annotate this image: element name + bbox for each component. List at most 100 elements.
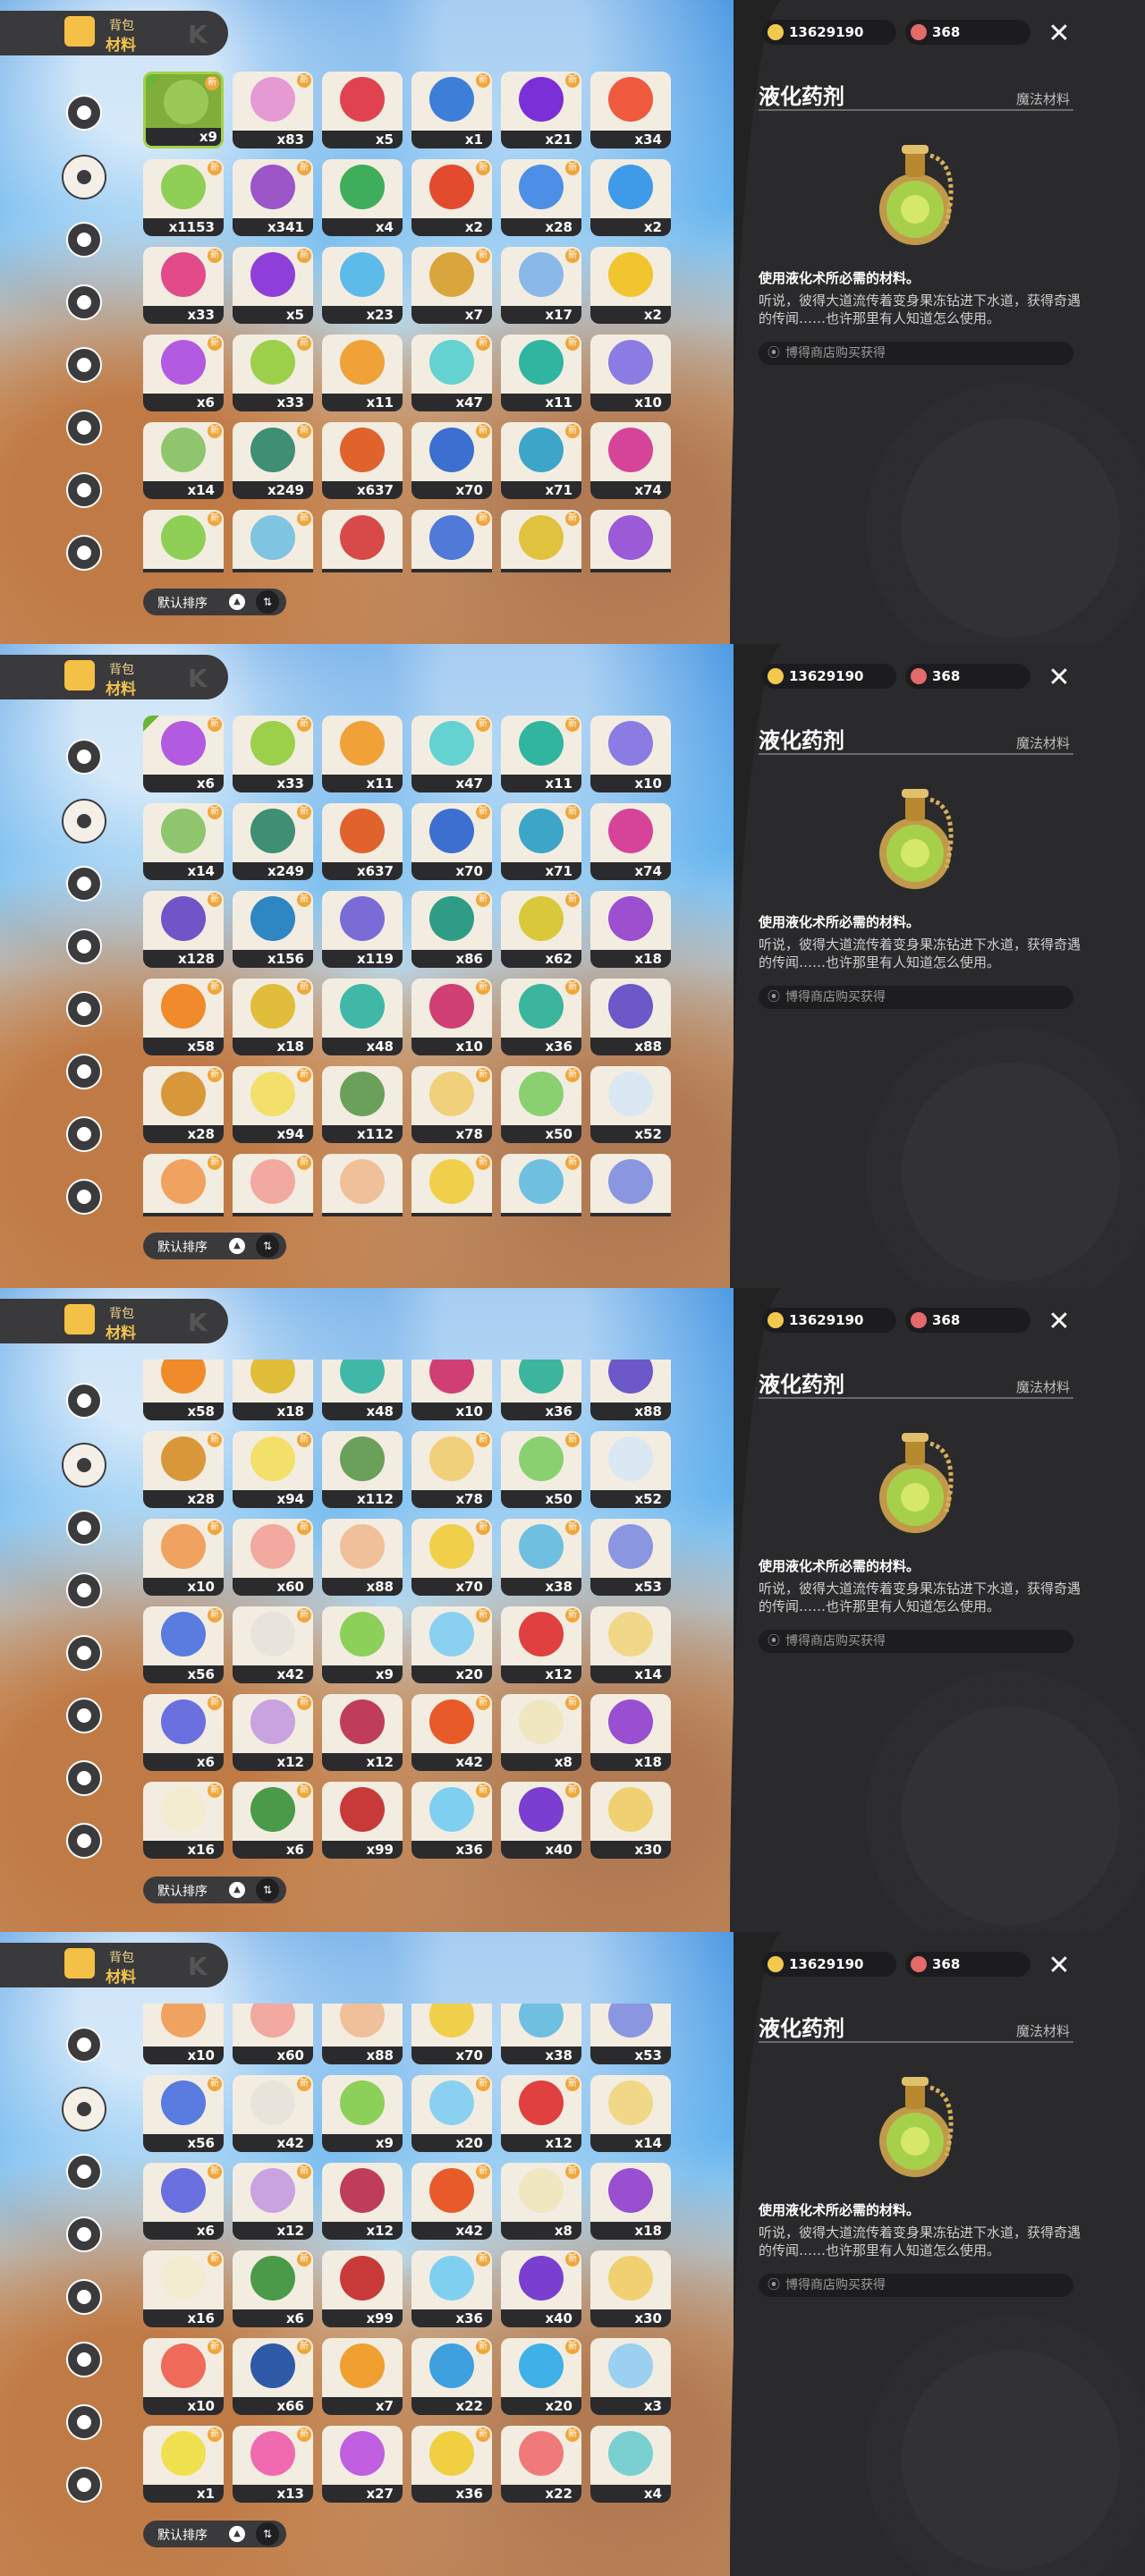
item-slot[interactable]: x18 <box>590 891 671 968</box>
item-slot[interactable]: x119 <box>322 891 403 968</box>
item-slot[interactable]: 新 x50 <box>501 1431 581 1508</box>
sort-label[interactable]: 默认排序 <box>157 1882 208 1900</box>
item-slot[interactable]: 新 <box>411 510 492 572</box>
item-slot[interactable]: 新 x66 <box>233 2338 313 2415</box>
item-slot[interactable]: 新 x8 <box>501 1694 581 1771</box>
item-slot[interactable]: 新x58 <box>143 1360 224 1420</box>
category-tab[interactable] <box>61 733 107 780</box>
category-tab[interactable] <box>61 342 107 388</box>
item-slot[interactable]: 新 x11 <box>501 335 581 411</box>
item-slot[interactable]: x18 <box>590 2163 671 2240</box>
item-slot[interactable]: 新x60 <box>233 2004 313 2064</box>
item-slot[interactable]: x11 <box>322 335 403 411</box>
item-slot[interactable]: 新 x94 <box>233 1431 313 1508</box>
close-button[interactable]: ✕ <box>1043 1950 1075 1982</box>
item-slot[interactable]: 新 x20 <box>501 2338 581 2415</box>
item-slot[interactable]: x4 <box>590 2426 671 2503</box>
sort-label[interactable]: 默认排序 <box>157 594 208 612</box>
item-slot[interactable]: 新 x71 <box>501 803 581 880</box>
item-slot[interactable]: 新 x14 <box>143 803 224 880</box>
item-slot[interactable]: 新 x36 <box>501 979 581 1055</box>
category-tab[interactable] <box>61 923 107 970</box>
item-slot[interactable]: 新x10 <box>143 1154 224 1216</box>
item-slot[interactable]: 新 x28 <box>143 1431 224 1508</box>
item-slot[interactable]: 新x10 <box>143 2004 224 2064</box>
item-slot[interactable]: 新 x71 <box>501 422 581 499</box>
sort-label[interactable]: 默认排序 <box>157 2526 208 2544</box>
item-slot[interactable]: x88 <box>590 1360 671 1420</box>
item-slot[interactable] <box>590 510 671 572</box>
item-slot[interactable]: x5 <box>322 72 403 148</box>
item-slot[interactable]: 新 x42 <box>233 1606 313 1683</box>
item-slot[interactable]: 新 x70 <box>411 1154 492 1216</box>
item-slot[interactable]: 新 x6 <box>143 716 224 792</box>
item-slot[interactable]: x88 <box>322 1519 403 1596</box>
item-slot[interactable]: 新 x40 <box>501 2250 581 2327</box>
item-slot[interactable]: 新 x56 <box>143 2075 224 2152</box>
category-tab[interactable] <box>61 2274 107 2320</box>
item-slot[interactable]: 新 x13 <box>233 2426 313 2503</box>
item-slot[interactable]: 新 x70 <box>411 803 492 880</box>
sort-direction-icon[interactable]: ▲ <box>229 1238 245 1254</box>
category-tab[interactable] <box>61 2148 107 2195</box>
category-tab[interactable] <box>61 1442 107 1488</box>
category-tab[interactable] <box>61 1567 107 1614</box>
category-tab[interactable] <box>61 1755 107 1801</box>
item-slot[interactable]: x48 <box>322 1360 403 1420</box>
item-slot[interactable]: 新 x16 <box>143 1782 224 1859</box>
item-slot[interactable]: 新 x1153 <box>143 159 224 236</box>
item-slot[interactable]: x88 <box>322 1154 403 1216</box>
item-slot[interactable]: 新 x128 <box>143 891 224 968</box>
item-slot[interactable]: 新 x83 <box>233 72 313 148</box>
item-slot[interactable]: x7 <box>322 2338 403 2415</box>
item-slot[interactable]: 新x58 <box>143 979 224 1055</box>
item-slot[interactable]: 新x10 <box>143 1519 224 1596</box>
item-slot[interactable]: x12 <box>322 2163 403 2240</box>
item-slot[interactable]: 新 x20 <box>411 2075 492 2152</box>
item-slot[interactable]: 新 x11 <box>501 716 581 792</box>
item-slot[interactable]: 新 x70 <box>411 422 492 499</box>
category-tab[interactable] <box>61 1504 107 1551</box>
item-slot[interactable]: 新x10 <box>143 2338 224 2415</box>
item-slot[interactable]: 新 x1 <box>411 72 492 148</box>
item-slot[interactable]: 新 x94 <box>233 1066 313 1143</box>
item-slot[interactable]: 新 x1 <box>143 2426 224 2503</box>
category-tab[interactable] <box>61 2399 107 2445</box>
item-slot[interactable]: 新 x6 <box>143 335 224 411</box>
item-slot[interactable]: x99 <box>322 1782 403 1859</box>
item-slot[interactable]: 新 x16 <box>143 2250 224 2327</box>
item-slot[interactable]: 新 x36 <box>411 2426 492 2503</box>
sort-direction-icon[interactable]: ▲ <box>229 594 245 610</box>
category-tab[interactable] <box>61 1377 107 1424</box>
item-slot[interactable]: 新 x28 <box>501 159 581 236</box>
item-slot[interactable]: 新 x12 <box>233 1694 313 1771</box>
item-slot[interactable]: 新 x22 <box>411 2338 492 2415</box>
item-slot[interactable]: x30 <box>590 1782 671 1859</box>
category-tab[interactable] <box>61 89 107 136</box>
item-slot[interactable]: 新 x42 <box>411 2163 492 2240</box>
category-tab[interactable] <box>61 279 107 326</box>
item-slot[interactable]: 新 x56 <box>143 1606 224 1683</box>
item-slot[interactable]: 新 x12 <box>501 1606 581 1683</box>
item-slot[interactable]: 新 <box>233 510 313 572</box>
item-slot[interactable]: 新 x20 <box>411 1606 492 1683</box>
item-slot[interactable]: x23 <box>322 247 403 324</box>
item-slot[interactable]: 新 x22 <box>501 2426 581 2503</box>
item-slot[interactable]: x27 <box>322 2426 403 2503</box>
item-slot[interactable]: 新 x38 <box>501 1519 581 1596</box>
item-slot[interactable]: x14 <box>590 1606 671 1683</box>
item-slot[interactable]: 新x10 <box>411 979 492 1055</box>
item-slot[interactable]: 新x18 <box>233 1360 313 1420</box>
item-slot[interactable]: x637 <box>322 803 403 880</box>
category-tab[interactable] <box>61 1692 107 1739</box>
sort-toggle-icon[interactable]: ⇅ <box>256 1878 279 1902</box>
sort-label[interactable]: 默认排序 <box>157 1238 208 1256</box>
item-slot[interactable]: 新 x86 <box>411 891 492 968</box>
item-slot[interactable]: 新 x47 <box>411 335 492 411</box>
item-slot[interactable]: x99 <box>322 2250 403 2327</box>
category-tab[interactable] <box>61 467 107 513</box>
item-slot[interactable]: 新 x36 <box>411 2250 492 2327</box>
item-slot[interactable]: 新 x40 <box>501 1782 581 1859</box>
item-slot[interactable]: 新 x33 <box>143 247 224 324</box>
item-source[interactable]: ⦿ 博得商店购买获得 <box>759 2274 1073 2297</box>
